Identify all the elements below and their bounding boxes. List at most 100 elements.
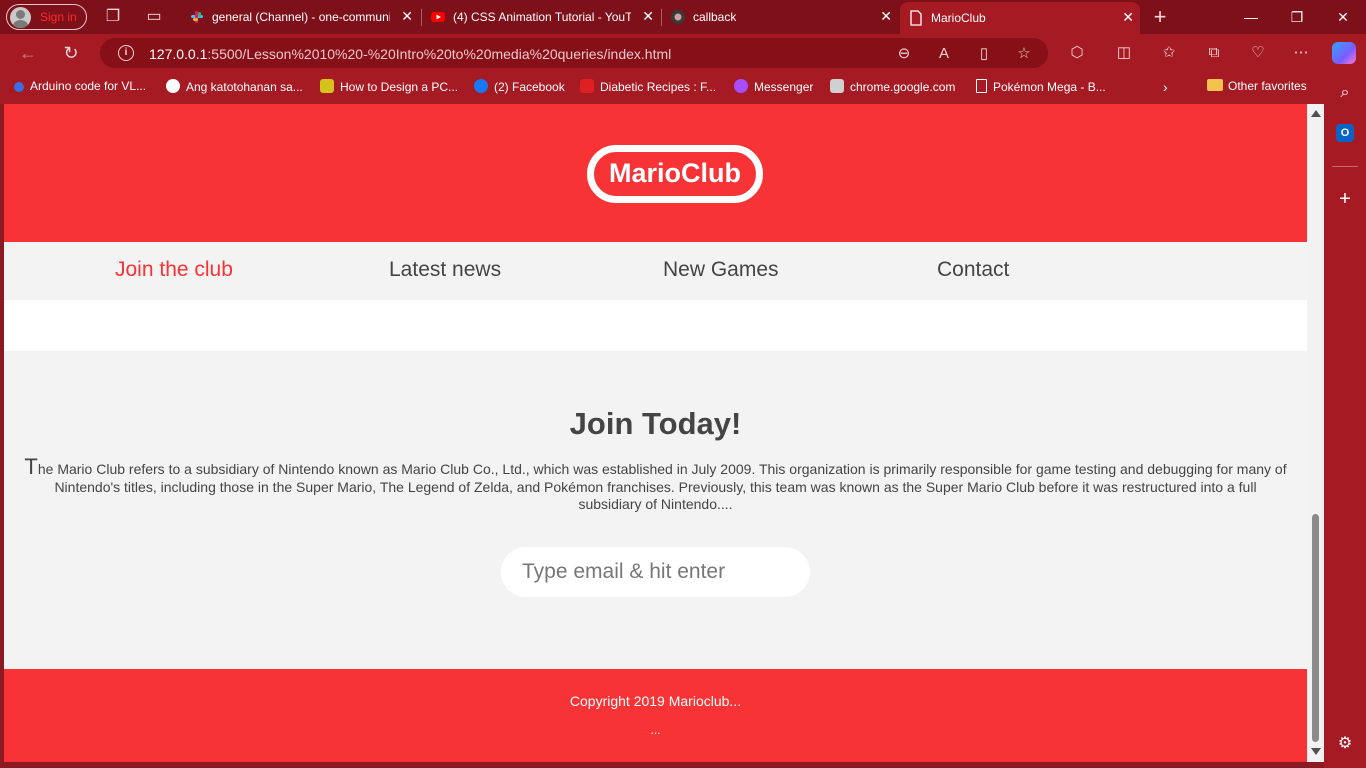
food-icon <box>580 79 594 93</box>
window-bottom-edge <box>0 762 1324 768</box>
collections-icon[interactable]: ⧉ <box>1204 43 1224 63</box>
tab-strip: Sign in ❐ ▭ general (Channel) - one-comm… <box>0 0 1366 34</box>
vertical-scrollbar[interactable] <box>1307 104 1324 762</box>
tab-slack[interactable]: general (Channel) - one-communi ✕ <box>181 3 419 31</box>
nav-join-the-club[interactable]: Join the club <box>115 258 233 282</box>
search-icon <box>14 82 24 92</box>
folder-icon <box>1207 79 1223 91</box>
youtube-icon <box>430 9 446 25</box>
drop-cap: T <box>24 454 38 479</box>
close-icon[interactable]: ✕ <box>401 8 413 25</box>
minimize-icon[interactable]: — <box>1239 5 1263 29</box>
scrollbar-thumb[interactable] <box>1312 514 1319 742</box>
zoom-icon[interactable]: ⊖ <box>894 44 914 64</box>
favorite-label: How to Design a PC... <box>340 80 459 94</box>
favorite-item[interactable]: How to Design a PC... <box>320 79 458 97</box>
sidebar-divider <box>1332 166 1358 167</box>
read-aloud-icon[interactable]: A <box>934 44 954 64</box>
nav-latest-news[interactable]: Latest news <box>389 258 501 282</box>
document-icon <box>908 10 924 26</box>
messenger-icon <box>734 79 748 93</box>
favorite-item[interactable]: (2) Facebook <box>474 79 565 97</box>
pcb-icon <box>320 79 334 93</box>
split-screen-icon[interactable]: ◫ <box>1114 43 1134 63</box>
facebook-icon <box>474 79 488 93</box>
new-tab-icon[interactable]: + <box>1149 6 1171 28</box>
footer-more: ... <box>650 723 661 737</box>
site-logo[interactable]: MarioClub <box>587 145 763 203</box>
favorite-item[interactable]: Pokémon Mega - B... <box>976 79 1106 97</box>
browser-toolbar: ← ↻ i 127.0.0.1:5500/Lesson%2010%20-%20I… <box>0 34 1366 72</box>
gear-icon[interactable]: ⚙ <box>1334 733 1356 755</box>
footer-copyright: Copyright 2019 Marioclub... <box>569 693 742 709</box>
add-icon[interactable]: + <box>1334 188 1356 210</box>
address-bar[interactable]: i 127.0.0.1:5500/Lesson%2010%20-%20Intro… <box>100 38 1048 68</box>
favorite-star-icon[interactable]: ☆ <box>1014 44 1034 64</box>
immersive-reader-icon[interactable]: ▯ <box>974 44 994 64</box>
join-section: Join Today! The Mario Club refers to a s… <box>4 351 1307 669</box>
favorite-label: Arduino code for VL... <box>30 79 147 93</box>
url-host: 127.0.0.1 <box>149 46 208 62</box>
join-title: Join Today! <box>569 406 742 441</box>
main-nav: Join the club Latest news New Games Cont… <box>4 242 1307 300</box>
tab-actions-icon[interactable]: ▭ <box>143 6 165 28</box>
edge-sidebar: ⌕ O + ⚙ <box>1324 72 1366 768</box>
tab-title: callback <box>693 10 737 24</box>
scroll-up-icon[interactable] <box>1311 110 1321 117</box>
favorite-label: chrome.google.com <box>850 80 956 94</box>
page-viewport: MarioClub Join the club Latest news New … <box>4 104 1324 762</box>
favorite-item[interactable]: Messenger <box>734 79 813 97</box>
document-icon <box>976 79 987 93</box>
site-header: MarioClub <box>4 104 1307 242</box>
favorite-label: Ang katotohanan sa... <box>186 80 303 94</box>
tab-youtube[interactable]: (4) CSS Animation Tutorial - YouTu ✕ <box>422 3 660 31</box>
window-close-icon[interactable]: ✕ <box>1331 5 1355 29</box>
slack-icon <box>189 9 205 25</box>
profile-button[interactable]: Sign in <box>6 4 87 30</box>
outlook-icon[interactable]: O <box>1336 124 1354 142</box>
other-favorites-folder[interactable]: Other favorites <box>1207 79 1307 97</box>
close-icon[interactable]: ✕ <box>642 8 654 25</box>
nav-contact[interactable]: Contact <box>937 258 1009 282</box>
address-url[interactable]: 127.0.0.1:5500/Lesson%2010%20-%20Intro%2… <box>149 46 671 62</box>
favorite-item[interactable]: Diabetic Recipes : F... <box>580 79 716 97</box>
close-icon[interactable]: ✕ <box>1122 9 1134 26</box>
search-icon[interactable]: ⌕ <box>1334 82 1356 104</box>
favorite-item[interactable]: Arduino code for VL... <box>14 79 146 97</box>
wordpress-icon <box>166 79 180 93</box>
back-icon[interactable]: ← <box>16 41 40 65</box>
site-footer: Copyright 2019 Marioclub... ... <box>4 669 1307 762</box>
favorite-label: (2) Facebook <box>494 80 565 94</box>
profile-label: Sign in <box>40 10 77 24</box>
github-icon <box>670 9 686 25</box>
close-icon[interactable]: ✕ <box>880 8 892 25</box>
refresh-icon[interactable]: ↻ <box>59 41 83 65</box>
copilot-icon[interactable] <box>1332 42 1356 64</box>
favorites-icon[interactable]: ✩ <box>1159 43 1179 63</box>
browser-essentials-icon[interactable]: ♡ <box>1248 43 1268 63</box>
scroll-down-icon[interactable] <box>1311 748 1321 755</box>
favorite-item[interactable]: Ang katotohanan sa... <box>166 79 303 97</box>
avatar-icon <box>10 7 31 28</box>
extensions-icon[interactable]: ⬡ <box>1067 43 1087 63</box>
join-text: he Mario Club refers to a subsidiary of … <box>37 461 1287 512</box>
tab-title: general (Channel) - one-communi <box>212 10 390 24</box>
join-description: The Mario Club refers to a subsidiary of… <box>24 456 1287 514</box>
settings-more-icon[interactable]: ⋯ <box>1291 43 1311 63</box>
image-icon <box>830 79 844 93</box>
favorite-label: Pokémon Mega - B... <box>993 80 1106 94</box>
tab-callback[interactable]: callback ✕ <box>662 3 898 31</box>
tab-title: (4) CSS Animation Tutorial - YouTu <box>453 10 631 24</box>
chevron-right-icon[interactable]: › <box>1163 79 1168 97</box>
site-info-icon[interactable]: i <box>118 45 134 61</box>
favorite-item[interactable]: chrome.google.com <box>830 79 955 97</box>
tab-title: MarioClub <box>931 11 986 25</box>
url-path: :5500/Lesson%2010%20-%20Intro%20to%20med… <box>207 46 672 62</box>
favorite-label: Diabetic Recipes : F... <box>600 80 717 94</box>
restore-icon[interactable]: ❐ <box>1285 5 1309 29</box>
favorite-label: Messenger <box>754 80 814 94</box>
email-input[interactable] <box>501 547 810 597</box>
workspaces-icon[interactable]: ❐ <box>102 6 124 28</box>
tab-marioclub[interactable]: MarioClub ✕ <box>900 2 1140 34</box>
nav-new-games[interactable]: New Games <box>663 258 779 282</box>
